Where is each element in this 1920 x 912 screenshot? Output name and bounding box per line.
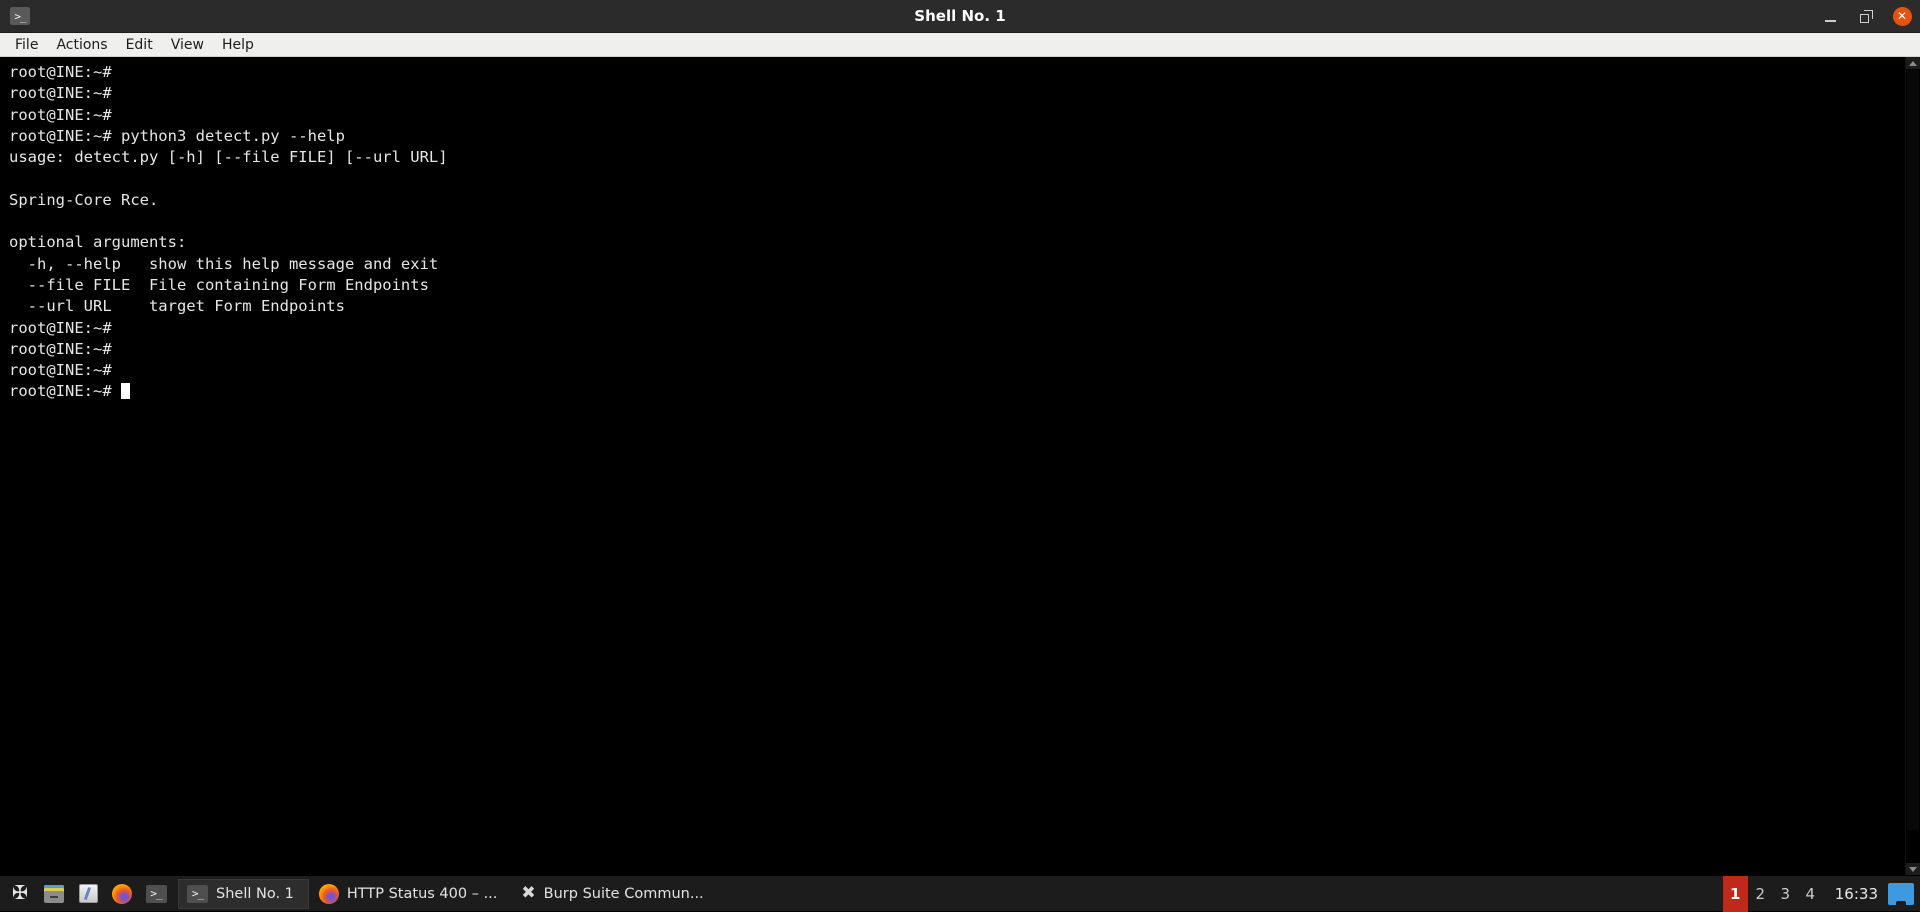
menu-file[interactable]: File	[6, 35, 47, 55]
terminal-line: root@INE:~# python3 detect.py --help	[9, 126, 1905, 147]
terminal-line: usage: detect.py [-h] [--file FILE] [--u…	[9, 147, 1905, 168]
text-editor-icon	[79, 884, 98, 903]
task-label: Shell No. 1	[216, 886, 294, 902]
workspace-2[interactable]: 2	[1748, 876, 1773, 912]
close-button[interactable]: ✕	[1892, 6, 1912, 26]
taskbar-tray: 1 2 3 4 16:33	[1723, 876, 1920, 912]
close-icon: ✕	[1893, 7, 1912, 26]
terminal-line: --url URL target Form Endpoints	[9, 296, 1905, 317]
scroll-up-button[interactable]	[1906, 57, 1920, 69]
chevron-up-icon	[1909, 61, 1917, 66]
task-button-firefox[interactable]: HTTP Status 400 – ...	[311, 879, 512, 909]
firefox-icon	[112, 884, 132, 904]
workspace-3[interactable]: 3	[1773, 876, 1798, 912]
burp-suite-icon: ✖	[521, 885, 535, 902]
workspace-1[interactable]: 1	[1723, 876, 1748, 912]
launcher-file-manager[interactable]	[40, 879, 68, 909]
terminal-line	[9, 211, 1905, 232]
window-title: Shell No. 1	[0, 7, 1920, 25]
terminal-line: -h, --help show this help message and ex…	[9, 254, 1905, 275]
task-button-burp[interactable]: ✖ Burp Suite Commun...	[513, 879, 717, 909]
launcher-firefox[interactable]	[108, 879, 136, 909]
window-terminal-icon: >_	[10, 7, 30, 25]
taskbar: ✠ >_ >_ Shell No. 1 HTTP Status 400 – ..…	[0, 875, 1920, 911]
menu-edit[interactable]: Edit	[117, 35, 162, 55]
terminal-prompt-line: root@INE:~#	[9, 381, 1905, 402]
terminal-cursor	[121, 383, 130, 399]
terminal-line: root@INE:~#	[9, 83, 1905, 104]
taskbar-window-list: >_ Shell No. 1 HTTP Status 400 – ... ✖ B…	[178, 879, 718, 909]
clock[interactable]: 16:33	[1823, 885, 1888, 903]
scrollbar-thumb[interactable]	[1907, 70, 1919, 830]
launcher-text-editor[interactable]	[74, 879, 102, 909]
terminal-lines: root@INE:~#root@INE:~#root@INE:~#root@IN…	[9, 62, 1905, 403]
launcher-terminal[interactable]: >_	[142, 879, 170, 909]
task-button-shell[interactable]: >_ Shell No. 1	[178, 879, 309, 909]
terminal-line: Spring-Core Rce.	[9, 190, 1905, 211]
terminal-prompt-text: root@INE:~#	[9, 382, 121, 400]
task-label: Burp Suite Commun...	[544, 886, 704, 902]
menubar: File Actions Edit View Help	[0, 33, 1920, 57]
terminal-line: root@INE:~#	[9, 62, 1905, 83]
terminal-line	[9, 168, 1905, 189]
menu-view[interactable]: View	[162, 35, 213, 55]
terminal-line: root@INE:~#	[9, 360, 1905, 381]
menu-actions[interactable]: Actions	[47, 35, 116, 55]
file-manager-icon	[44, 885, 64, 903]
terminal-line: root@INE:~#	[9, 105, 1905, 126]
terminal-area: root@INE:~#root@INE:~#root@INE:~#root@IN…	[0, 57, 1920, 875]
minimize-button[interactable]	[1820, 6, 1840, 26]
terminal-line: optional arguments:	[9, 232, 1905, 253]
terminal-line: root@INE:~#	[9, 318, 1905, 339]
terminal-line: --file FILE File containing Form Endpoin…	[9, 275, 1905, 296]
maximize-button[interactable]	[1856, 6, 1876, 26]
maximize-icon	[1860, 10, 1873, 23]
show-desktop-button[interactable]	[1888, 883, 1914, 905]
terminal-window: >_ Shell No. 1 ✕ File Actions Edit View …	[0, 0, 1920, 875]
terminal-output[interactable]: root@INE:~#root@INE:~#root@INE:~#root@IN…	[0, 57, 1905, 875]
firefox-icon	[319, 884, 339, 904]
terminal-line: root@INE:~#	[9, 339, 1905, 360]
applications-tool-icon[interactable]: ✠	[6, 879, 34, 909]
workspace-switcher: 1 2 3 4	[1723, 876, 1823, 912]
minimize-icon	[1825, 20, 1836, 22]
terminal-icon: >_	[146, 885, 167, 903]
terminal-scrollbar[interactable]	[1905, 57, 1920, 875]
task-label: HTTP Status 400 – ...	[347, 886, 498, 902]
menu-help[interactable]: Help	[213, 35, 263, 55]
workspace-4[interactable]: 4	[1798, 876, 1823, 912]
chevron-down-icon	[1909, 867, 1917, 872]
window-controls: ✕	[1820, 0, 1912, 32]
terminal-icon: >_	[187, 885, 208, 903]
taskbar-launchers: ✠ >_	[0, 879, 170, 909]
window-titlebar[interactable]: >_ Shell No. 1 ✕	[0, 0, 1920, 33]
scroll-down-button[interactable]	[1906, 863, 1920, 875]
wrench-icon: ✠	[12, 884, 28, 903]
